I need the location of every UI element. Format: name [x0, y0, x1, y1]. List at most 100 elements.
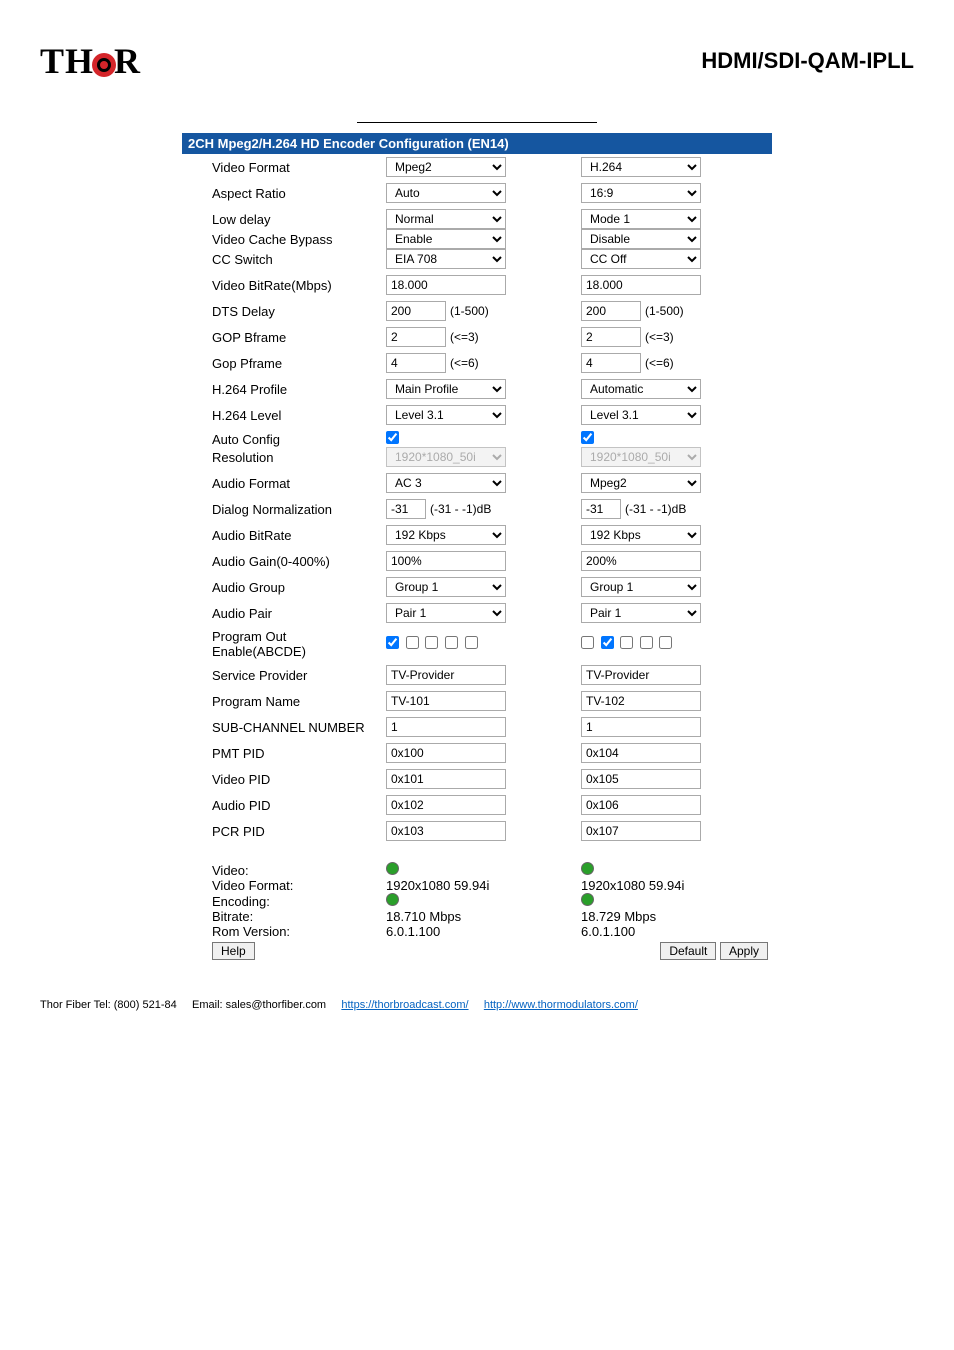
program-out-e-2[interactable]	[659, 636, 672, 649]
audio-pid-input-1[interactable]	[386, 795, 506, 815]
cc-switch-label: CC Switch	[182, 249, 382, 272]
gop-pframe-label: Gop Pframe	[182, 350, 382, 376]
h264-profile-select-2[interactable]: Automatic	[581, 379, 701, 399]
audio-format-select-1[interactable]: AC 3	[386, 473, 506, 493]
video-pid-label: Video PID	[182, 766, 382, 792]
program-out-c-1[interactable]	[425, 636, 438, 649]
gop-bframe-suffix-2: (<=3)	[645, 330, 674, 344]
video-format-select-2[interactable]: H.264	[581, 157, 701, 177]
sub-channel-label: SUB-CHANNEL NUMBER	[182, 714, 382, 740]
audio-pid-input-2[interactable]	[581, 795, 701, 815]
audio-bitrate-select-2[interactable]: 192 Kbps	[581, 525, 701, 545]
default-button[interactable]: Default	[660, 942, 716, 960]
program-out-b-1[interactable]	[406, 636, 419, 649]
cc-switch-select-1[interactable]: EIA 708	[386, 249, 506, 269]
service-provider-input-1[interactable]	[386, 665, 506, 685]
low-delay-select-2[interactable]: Mode 1	[581, 209, 701, 229]
status-video-format-2: 1920x1080 59.94i	[577, 878, 772, 893]
program-out-a-1[interactable]	[386, 636, 399, 649]
video-format-select-1[interactable]: Mpeg2	[386, 157, 506, 177]
audio-pair-select-1[interactable]: Pair 1	[386, 603, 506, 623]
h264-profile-label: H.264 Profile	[182, 376, 382, 402]
panel-title: 2CH Mpeg2/H.264 HD Encoder Configuration…	[182, 133, 772, 154]
pmt-pid-input-1[interactable]	[386, 743, 506, 763]
audio-gain-input-2[interactable]	[581, 551, 701, 571]
program-out-b-2[interactable]	[601, 636, 614, 649]
footer-link-1[interactable]: https://thorbroadcast.com/	[341, 999, 468, 1011]
audio-group-select-2[interactable]: Group 1	[581, 577, 701, 597]
sub-channel-input-2[interactable]	[581, 717, 701, 737]
program-name-input-2[interactable]	[581, 691, 701, 711]
help-button[interactable]: Help	[212, 942, 255, 960]
audio-pid-label: Audio PID	[182, 792, 382, 818]
pcr-pid-input-1[interactable]	[386, 821, 506, 841]
video-pid-input-2[interactable]	[581, 769, 701, 789]
gop-pframe-input-1[interactable]	[386, 353, 446, 373]
footer-tel: Thor Fiber Tel: (800) 521-84	[40, 999, 177, 1011]
video-cache-bypass-label: Video Cache Bypass	[182, 229, 382, 249]
dialog-norm-label: Dialog Normalization	[182, 496, 382, 522]
audio-bitrate-select-1[interactable]: 192 Kbps	[386, 525, 506, 545]
audio-group-select-1[interactable]: Group 1	[386, 577, 506, 597]
auto-config-checkbox-2[interactable]	[581, 431, 594, 444]
status-video-format-label: Video Format:	[182, 878, 382, 893]
video-cache-bypass-select-2[interactable]: Disable	[581, 229, 701, 249]
program-name-input-1[interactable]	[386, 691, 506, 711]
aspect-ratio-select-2[interactable]: 16:9	[581, 183, 701, 203]
h264-profile-select-1[interactable]: Main Profile	[386, 379, 506, 399]
status-bitrate-2: 18.729 Mbps	[577, 909, 772, 924]
audio-pair-label: Audio Pair	[182, 600, 382, 626]
status-dot-icon	[581, 862, 594, 875]
program-out-d-2[interactable]	[640, 636, 653, 649]
program-out-c-2[interactable]	[620, 636, 633, 649]
program-out-a-2[interactable]	[581, 636, 594, 649]
gop-bframe-suffix-1: (<=3)	[450, 330, 479, 344]
pcr-pid-label: PCR PID	[182, 818, 382, 844]
cc-switch-select-2[interactable]: CC Off	[581, 249, 701, 269]
dialog-norm-input-2[interactable]	[581, 499, 621, 519]
gop-pframe-suffix-2: (<=6)	[645, 356, 674, 370]
program-out-e-1[interactable]	[465, 636, 478, 649]
audio-format-select-2[interactable]: Mpeg2	[581, 473, 701, 493]
program-out-label: Program Out Enable(ABCDE)	[182, 626, 382, 662]
pmt-pid-label: PMT PID	[182, 740, 382, 766]
footer-link-2[interactable]: http://www.thormodulators.com/	[484, 999, 638, 1011]
sub-channel-input-1[interactable]	[386, 717, 506, 737]
apply-button[interactable]: Apply	[720, 942, 768, 960]
video-bitrate-input-2[interactable]	[581, 275, 701, 295]
video-bitrate-input-1[interactable]	[386, 275, 506, 295]
program-out-d-1[interactable]	[445, 636, 458, 649]
h264-level-select-2[interactable]: Level 3.1	[581, 405, 701, 425]
status-dot-icon	[386, 862, 399, 875]
status-video-format-1: 1920x1080 59.94i	[382, 878, 577, 893]
logo-right: R	[114, 41, 141, 81]
gop-bframe-input-1[interactable]	[386, 327, 446, 347]
pcr-pid-input-2[interactable]	[581, 821, 701, 841]
status-video-label: Video:	[182, 862, 382, 878]
low-delay-select-1[interactable]: Normal	[386, 209, 506, 229]
h264-level-select-1[interactable]: Level 3.1	[386, 405, 506, 425]
video-pid-input-1[interactable]	[386, 769, 506, 789]
status-rom-label: Rom Version:	[182, 924, 382, 939]
dts-delay-suffix-1: (1-500)	[450, 304, 489, 318]
dts-delay-input-2[interactable]	[581, 301, 641, 321]
program-name-label: Program Name	[182, 688, 382, 714]
dialog-norm-input-1[interactable]	[386, 499, 426, 519]
dts-delay-input-1[interactable]	[386, 301, 446, 321]
audio-pair-select-2[interactable]: Pair 1	[581, 603, 701, 623]
video-cache-bypass-select-1[interactable]: Enable	[386, 229, 506, 249]
h264-level-label: H.264 Level	[182, 402, 382, 428]
aspect-ratio-label: Aspect Ratio	[182, 180, 382, 206]
gop-pframe-input-2[interactable]	[581, 353, 641, 373]
gop-bframe-input-2[interactable]	[581, 327, 641, 347]
service-provider-input-2[interactable]	[581, 665, 701, 685]
pmt-pid-input-2[interactable]	[581, 743, 701, 763]
status-bitrate-label: Bitrate:	[182, 909, 382, 924]
auto-config-checkbox-1[interactable]	[386, 431, 399, 444]
gop-pframe-suffix-1: (<=6)	[450, 356, 479, 370]
aspect-ratio-select-1[interactable]: Auto	[386, 183, 506, 203]
audio-gain-input-1[interactable]	[386, 551, 506, 571]
gop-bframe-label: GOP Bframe	[182, 324, 382, 350]
resolution-label: Resolution	[182, 447, 382, 470]
status-rom-1: 6.0.1.100	[382, 924, 577, 939]
